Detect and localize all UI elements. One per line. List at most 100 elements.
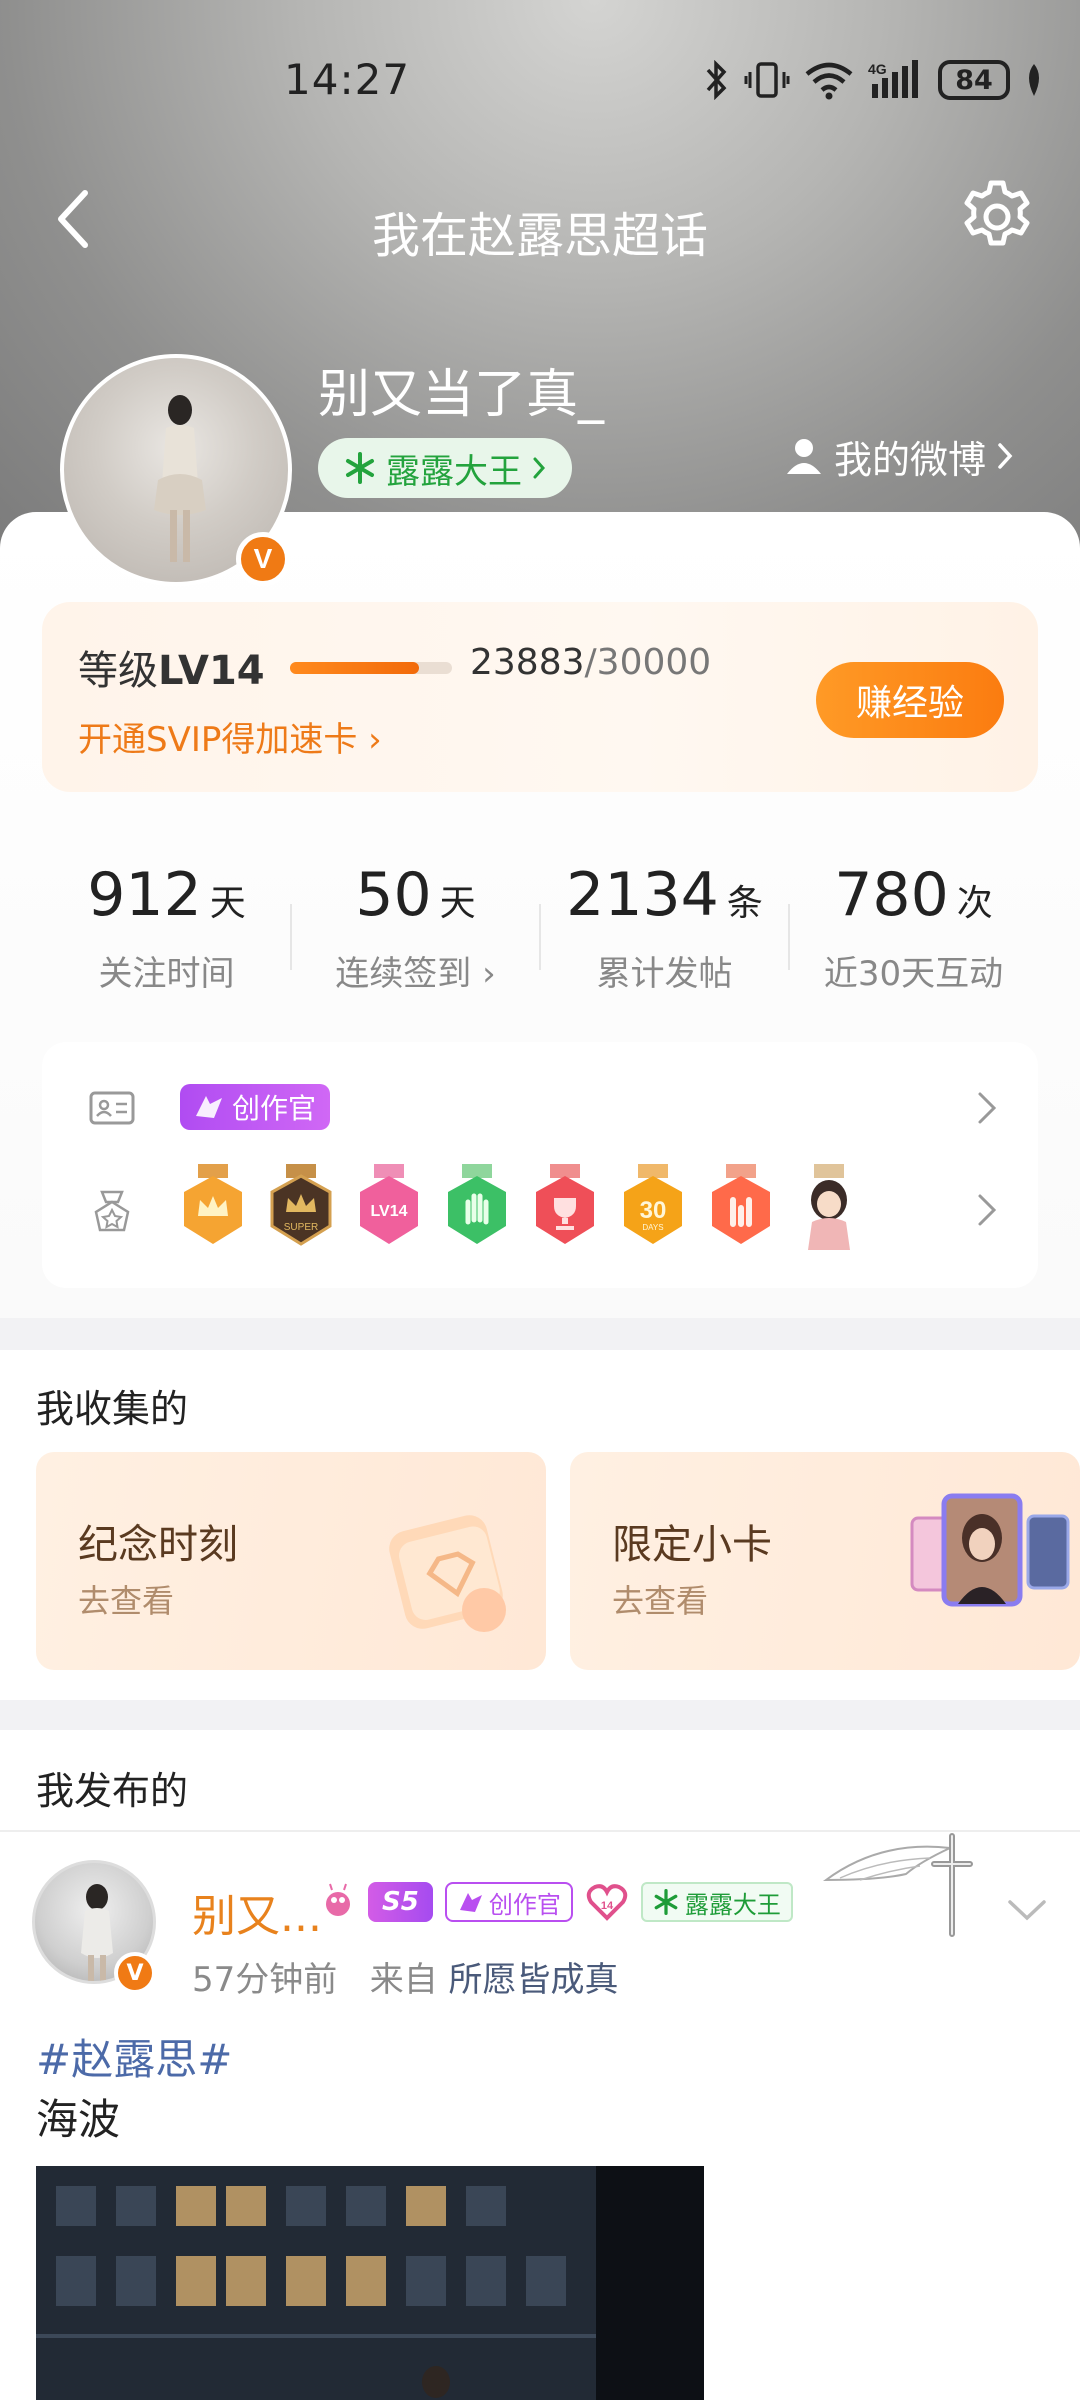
svg-text:30: 30 [640, 1197, 667, 1224]
medal-icon [94, 1190, 130, 1232]
stat-follow-days[interactable]: 912 天 关注时间 [42, 822, 291, 1012]
stat-number: 50 [355, 860, 432, 930]
stat-unit: 天 [209, 883, 246, 924]
heart-level-icon[interactable]: 14 [585, 1882, 629, 1922]
exp-current: 23883 [470, 642, 585, 683]
fan-title-label: 露露大王 [386, 451, 522, 492]
collection-subtitle: 去查看 [612, 1582, 709, 1620]
snowflake-icon [654, 1889, 678, 1915]
exp-progress-bar [290, 662, 452, 674]
photo-cards-icon [910, 1493, 1070, 1607]
character-medal-icon[interactable] [794, 1164, 864, 1254]
post-author-tags: S5 创作官 14 露露大王 [322, 1882, 793, 1922]
fan-title-tag[interactable]: 露露大王 [640, 1882, 793, 1922]
verified-badge: V [236, 532, 290, 586]
stat-label: 累计发帖 [596, 954, 733, 994]
earn-exp-button[interactable]: 赚经验 [816, 662, 1004, 738]
chevron-down-icon[interactable] [1002, 1890, 1052, 1930]
calendar-gem-icon [389, 1515, 506, 1632]
status-icons: 4G 84 [704, 50, 1044, 110]
chevron-right-icon[interactable] [972, 1190, 1002, 1230]
posts-section: 我发布的 V 别又... S5 创作官 14 露露大王 57分钟前 来自 所愿皆… [0, 1730, 1080, 2400]
crown-medal-icon[interactable] [178, 1164, 248, 1254]
profile-card: 等级LV14 23883/30000 开通SVIP得加速卡 › 赚经验 912 天… [0, 512, 1080, 1318]
collections-section: 我收集的 纪念时刻 去查看 限定小卡 去查看 [0, 1350, 1080, 1700]
stat-value: 912 天 [42, 860, 291, 930]
signal-icon: 4G [868, 60, 918, 98]
stat-label: 连续签到 › [335, 954, 496, 994]
chevron-right-icon [533, 457, 546, 479]
trophy-medal-icon[interactable] [530, 1164, 600, 1254]
creator-title-tag[interactable]: 创作官 [444, 1882, 573, 1922]
battery-indicator: 84 [938, 60, 1010, 100]
collections-title: 我收集的 [36, 1387, 189, 1431]
person-icon [787, 439, 821, 474]
collection-card-limited-cards[interactable]: 限定小卡 去查看 [570, 1452, 1080, 1670]
post-from-prefix: 来自 [369, 1960, 438, 2000]
fan-title-tag[interactable]: 露露大王 [318, 438, 572, 498]
bluetooth-icon [706, 60, 727, 100]
lv14-medal-icon[interactable]: LV14 [354, 1164, 424, 1254]
stat-number: 780 [834, 860, 949, 930]
post-image[interactable] [36, 2166, 704, 2400]
creator-tag-label: 创作官 [488, 1890, 561, 1919]
wing-cross-decoration [822, 1833, 973, 1937]
chevron-right-icon [998, 443, 1013, 469]
exp-text: 23883/30000 [470, 642, 711, 683]
post-text: 海波 [36, 2095, 121, 2144]
exp-max: /30000 [584, 642, 712, 683]
stat-label: 关注时间 [98, 954, 235, 994]
snowflake-icon [346, 452, 374, 484]
leaf-icon [1029, 64, 1039, 96]
svg-text:SUPER: SUPER [284, 1222, 318, 1233]
my-weibo-link[interactable]: 我的微博 [784, 428, 1014, 484]
stat-interactions[interactable]: 780 次 近30天互动 [789, 822, 1038, 1012]
stat-checkin-streak[interactable]: 50 天 连续签到 › [291, 822, 540, 1012]
svg-text:DAYS: DAYS [642, 1223, 663, 1232]
badges-card: 创作官 SUPER LV14 30 DAYS [42, 1042, 1038, 1288]
collection-card-moments[interactable]: 纪念时刻 去查看 [36, 1452, 546, 1670]
settings-button[interactable] [952, 172, 1042, 262]
stats-row: 912 天 关注时间 50 天 连续签到 › 2134 条 累计发帖 780 次 近30… [42, 822, 1038, 1012]
post-source[interactable]: 所愿皆成真 [449, 1960, 619, 2000]
stat-number: 912 [87, 860, 202, 930]
fan-tag-label: 露露大王 [684, 1890, 781, 1919]
hand-medal-icon[interactable] [442, 1164, 512, 1254]
30-days-medal-icon[interactable]: 30DAYS [618, 1164, 688, 1254]
post-hashtag[interactable]: #赵露思# [36, 2026, 232, 2087]
gear-icon [964, 180, 1030, 246]
level-label: 等级LV14 [78, 638, 265, 696]
creator-title-tag[interactable]: 创作官 [180, 1084, 331, 1130]
chevron-right-icon[interactable] [972, 1088, 1002, 1128]
rock-medal-icon[interactable] [706, 1164, 776, 1254]
wifi-icon [805, 62, 853, 100]
stat-posts[interactable]: 2134 条 累计发帖 [540, 822, 789, 1012]
my-weibo-label: 我的微博 [834, 437, 987, 482]
post-meta: 57分钟前 来自 所愿皆成真 [192, 1952, 619, 2001]
posts-title: 我发布的 [36, 1769, 189, 1813]
stat-value: 2134 条 [540, 860, 789, 930]
post-author-name[interactable]: 别又... [192, 1880, 322, 1944]
creator-tag-label: 创作官 [232, 1092, 317, 1125]
stat-label: 近30天互动 [823, 954, 1004, 994]
snail-icon [326, 1883, 350, 1916]
stat-value: 780 次 [789, 860, 1038, 930]
level-value: LV14 [158, 648, 265, 694]
stat-unit: 次 [956, 883, 993, 924]
verified-badge: V [114, 1952, 156, 1994]
level-card: 等级LV14 23883/30000 开通SVIP得加速卡 › 赚经验 [42, 602, 1038, 792]
stat-unit: 天 [439, 883, 476, 924]
stat-number: 2134 [566, 860, 719, 930]
avatar-photo [154, 395, 206, 562]
super-medal-icon[interactable]: SUPER [266, 1164, 336, 1254]
svg-text:LV14: LV14 [370, 1203, 407, 1220]
creator-icon [459, 1893, 482, 1912]
svg-text:14: 14 [601, 1900, 614, 1912]
svip-link[interactable]: 开通SVIP得加速卡 › [78, 712, 382, 761]
nav-bar: 我在赵露思超话 [0, 160, 1080, 280]
collection-title: 纪念时刻 [78, 1522, 238, 1568]
collection-subtitle: 去查看 [78, 1582, 175, 1620]
exp-progress-fill [290, 662, 419, 674]
user-level-tag[interactable]: S5 [368, 1882, 433, 1922]
night-building-photo [36, 2166, 704, 2400]
